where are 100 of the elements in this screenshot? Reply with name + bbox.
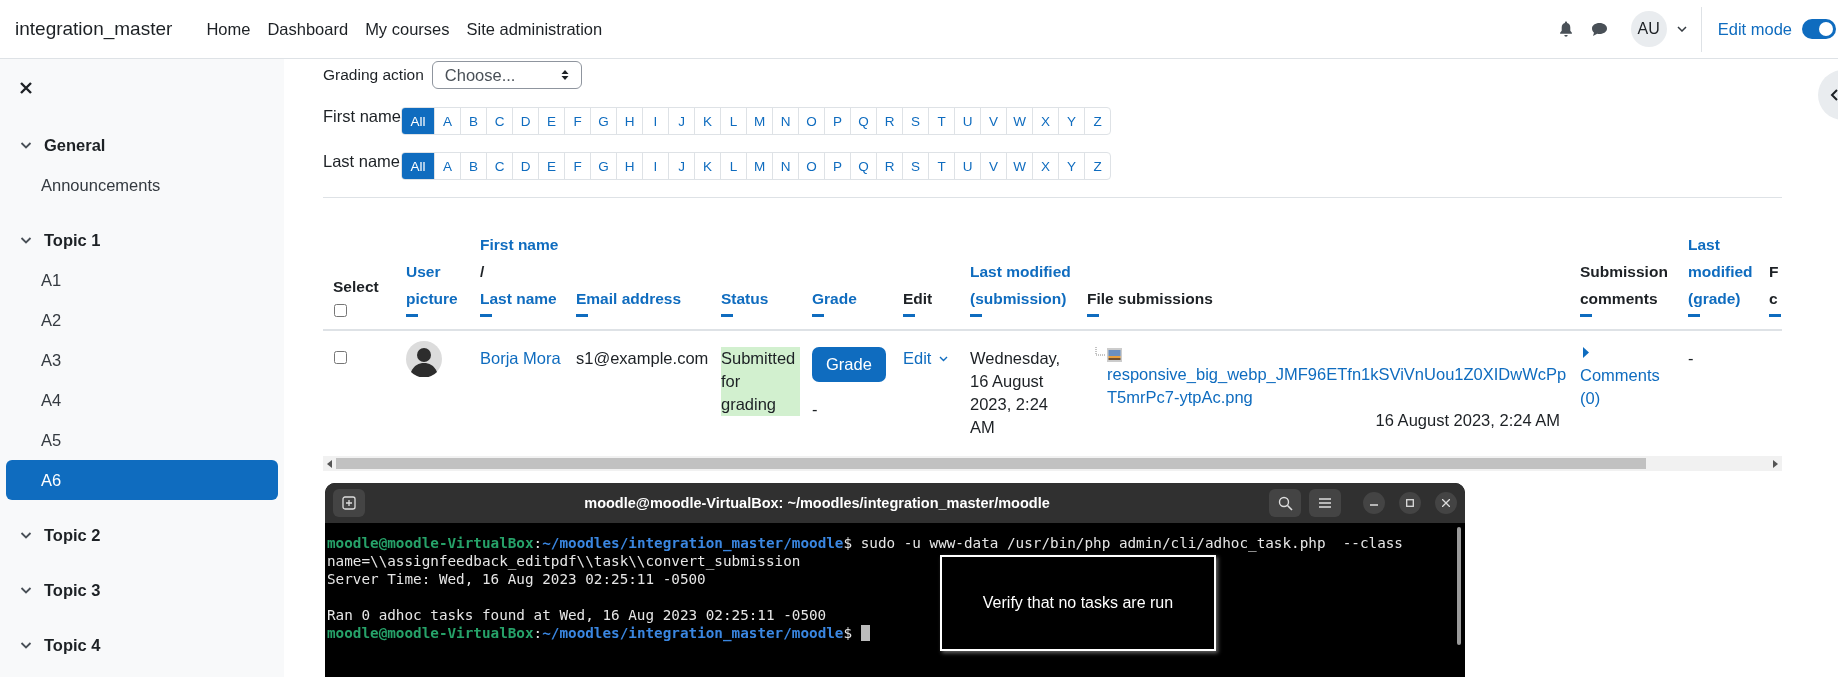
scroll-left-icon[interactable] bbox=[327, 459, 333, 468]
initial-filter-link[interactable]: H bbox=[616, 153, 642, 179]
initial-filter-link[interactable]: U bbox=[954, 153, 980, 179]
sidebar-item[interactable]: A2 bbox=[6, 300, 278, 340]
column-header-link[interactable]: First name bbox=[480, 231, 559, 258]
initial-filter-link[interactable]: E bbox=[538, 153, 564, 179]
column-header-link[interactable]: Last name bbox=[480, 285, 557, 312]
initial-filter-link[interactable]: W bbox=[1006, 153, 1032, 179]
initial-filter-link[interactable]: Q bbox=[850, 108, 876, 134]
grade-button[interactable]: Grade bbox=[812, 347, 886, 382]
horizontal-scrollbar[interactable] bbox=[323, 456, 1782, 471]
initial-filter-link[interactable]: X bbox=[1032, 153, 1058, 179]
sidebar-item[interactable]: Announcements bbox=[6, 165, 278, 205]
column-header-link[interactable]: User picture bbox=[406, 258, 468, 312]
row-checkbox[interactable] bbox=[334, 351, 347, 364]
search-button[interactable] bbox=[1269, 489, 1301, 517]
initial-filter-link[interactable]: X bbox=[1032, 108, 1058, 134]
initial-filter-link[interactable]: K bbox=[694, 108, 720, 134]
column-header-link[interactable]: Last modified (grade) bbox=[1688, 231, 1764, 312]
close-button[interactable] bbox=[1435, 492, 1457, 514]
user-avatar[interactable]: AU bbox=[1630, 11, 1667, 47]
file-link[interactable]: responsive_big_webp_JMF96ETfn1kSViVnUou1Z0XIDwWcPpT5mrPc7-ytpAc.png bbox=[1107, 363, 1568, 409]
edit-mode-toggle[interactable] bbox=[1802, 19, 1836, 39]
initial-filter-link[interactable]: C bbox=[486, 108, 512, 134]
column-header-link[interactable]: Status bbox=[721, 285, 769, 312]
initial-filter-link[interactable]: L bbox=[720, 153, 746, 179]
column-header-link[interactable]: Grade bbox=[812, 285, 857, 312]
scroll-right-icon[interactable] bbox=[1772, 459, 1778, 468]
minimize-button[interactable] bbox=[1363, 492, 1385, 514]
initial-filter-link[interactable]: D bbox=[512, 108, 538, 134]
initial-filter-link[interactable]: Z bbox=[1084, 153, 1110, 179]
section-title[interactable]: Topic 1 bbox=[44, 230, 101, 250]
initial-filter-link[interactable]: Y bbox=[1058, 153, 1084, 179]
sidebar-item[interactable]: A4 bbox=[6, 380, 278, 420]
sidebar-item[interactable]: A1 bbox=[6, 260, 278, 300]
initial-filter-link[interactable]: R bbox=[876, 153, 902, 179]
initial-filter-link[interactable]: E bbox=[538, 108, 564, 134]
sidebar-item[interactable]: A5 bbox=[6, 420, 278, 460]
initial-filter-link[interactable]: All bbox=[402, 153, 434, 179]
initial-filter-link[interactable]: N bbox=[772, 153, 798, 179]
grading-action-select[interactable]: Choose... bbox=[431, 61, 582, 89]
initial-filter-link[interactable]: A bbox=[434, 153, 460, 179]
student-name-link[interactable]: Borja Mora bbox=[480, 347, 561, 370]
initial-filter-link[interactable]: C bbox=[486, 153, 512, 179]
new-tab-button[interactable] bbox=[333, 489, 365, 517]
initial-filter-link[interactable]: M bbox=[746, 153, 772, 179]
initial-filter-link[interactable]: L bbox=[720, 108, 746, 134]
initial-filter-link[interactable]: F bbox=[564, 153, 590, 179]
initial-filter-link[interactable]: P bbox=[824, 108, 850, 134]
initial-filter-link[interactable]: I bbox=[642, 153, 668, 179]
bell-icon[interactable] bbox=[1558, 21, 1573, 37]
initial-filter-link[interactable]: G bbox=[590, 153, 616, 179]
select-all-checkbox[interactable] bbox=[334, 304, 347, 317]
initial-filter-link[interactable]: S bbox=[902, 153, 928, 179]
site-name[interactable]: integration_master bbox=[15, 18, 173, 40]
initial-filter-link[interactable]: F bbox=[564, 108, 590, 134]
section-title[interactable]: Topic 4 bbox=[44, 635, 101, 655]
initial-filter-link[interactable]: Q bbox=[850, 153, 876, 179]
initial-filter-link[interactable]: N bbox=[772, 108, 798, 134]
nav-link[interactable]: Home bbox=[203, 15, 254, 43]
initial-filter-link[interactable]: I bbox=[642, 108, 668, 134]
initial-filter-link[interactable]: D bbox=[512, 153, 538, 179]
initial-filter-link[interactable]: K bbox=[694, 153, 720, 179]
maximize-button[interactable] bbox=[1399, 492, 1421, 514]
sidebar-item[interactable]: A3 bbox=[6, 340, 278, 380]
comments-link[interactable]: Comments (0) bbox=[1580, 364, 1676, 410]
caret-icon[interactable] bbox=[1676, 26, 1687, 32]
expand-icon[interactable] bbox=[1582, 347, 1590, 358]
initial-filter-link[interactable]: B bbox=[460, 153, 486, 179]
edit-menu-link[interactable]: Edit bbox=[903, 347, 949, 370]
initial-filter-link[interactable]: V bbox=[980, 153, 1006, 179]
initial-filter-link[interactable]: All bbox=[402, 108, 434, 134]
initial-filter-link[interactable]: S bbox=[902, 108, 928, 134]
initial-filter-link[interactable]: P bbox=[824, 153, 850, 179]
section-title[interactable]: Topic 3 bbox=[44, 580, 101, 600]
nav-link[interactable]: Site administration bbox=[463, 15, 606, 43]
initial-filter-link[interactable]: G bbox=[590, 108, 616, 134]
initial-filter-link[interactable]: W bbox=[1006, 108, 1032, 134]
initial-filter-link[interactable]: Y bbox=[1058, 108, 1084, 134]
initial-filter-link[interactable]: B bbox=[460, 108, 486, 134]
initial-filter-link[interactable]: J bbox=[668, 108, 694, 134]
section-title[interactable]: Topic 2 bbox=[44, 525, 101, 545]
chat-icon[interactable] bbox=[1590, 21, 1608, 37]
initial-filter-link[interactable]: Z bbox=[1084, 108, 1110, 134]
column-header-link[interactable]: Email address bbox=[576, 285, 682, 312]
initial-filter-link[interactable]: H bbox=[616, 108, 642, 134]
nav-link[interactable]: My courses bbox=[362, 15, 453, 43]
initial-filter-link[interactable]: A bbox=[434, 108, 460, 134]
column-header-link[interactable]: Last modified (submission) bbox=[970, 258, 1075, 312]
sidebar-item[interactable]: A6 bbox=[6, 460, 278, 500]
initial-filter-link[interactable]: R bbox=[876, 108, 902, 134]
initial-filter-link[interactable]: T bbox=[928, 108, 954, 134]
initial-filter-link[interactable]: M bbox=[746, 108, 772, 134]
nav-link[interactable]: Dashboard bbox=[264, 15, 352, 43]
initial-filter-link[interactable]: J bbox=[668, 153, 694, 179]
close-icon[interactable] bbox=[19, 81, 33, 95]
section-title[interactable]: General bbox=[44, 135, 106, 155]
initial-filter-link[interactable]: U bbox=[954, 108, 980, 134]
initial-filter-link[interactable]: O bbox=[798, 153, 824, 179]
initial-filter-link[interactable]: V bbox=[980, 108, 1006, 134]
